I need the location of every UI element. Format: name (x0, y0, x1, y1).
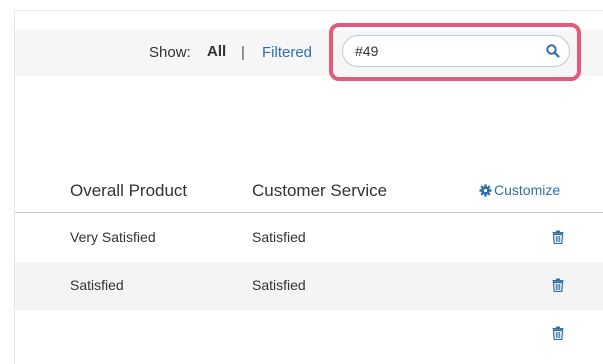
gear-icon (479, 183, 492, 197)
show-filtered-link[interactable]: Filtered (262, 44, 312, 61)
trash-icon[interactable] (552, 230, 564, 244)
search-box[interactable] (342, 35, 570, 67)
show-label: Show: (149, 44, 191, 61)
search-input[interactable] (355, 40, 525, 62)
show-all-option[interactable]: All (207, 43, 226, 60)
search-icon[interactable] (545, 43, 561, 59)
trash-icon[interactable] (552, 278, 564, 292)
column-header-customer-service: Customer Service (252, 181, 388, 200)
cell-overall-product: Very Satisfied (70, 229, 156, 245)
cell-customer-service: Satisfied (252, 277, 306, 293)
column-header-overall-product: Overall Product (70, 181, 188, 200)
customize-button[interactable]: Customize (479, 182, 560, 198)
trash-icon[interactable] (552, 326, 564, 340)
cell-customer-service: Satisfied (252, 229, 306, 245)
cell-overall-product: Satisfied (70, 277, 124, 293)
table-row (15, 310, 603, 358)
table-header-divider (15, 212, 603, 213)
filter-separator: | (241, 44, 245, 61)
table-row: Very Satisfied Satisfied (15, 214, 603, 262)
table-row: Satisfied Satisfied (15, 262, 603, 310)
customize-label: Customize (494, 182, 561, 198)
